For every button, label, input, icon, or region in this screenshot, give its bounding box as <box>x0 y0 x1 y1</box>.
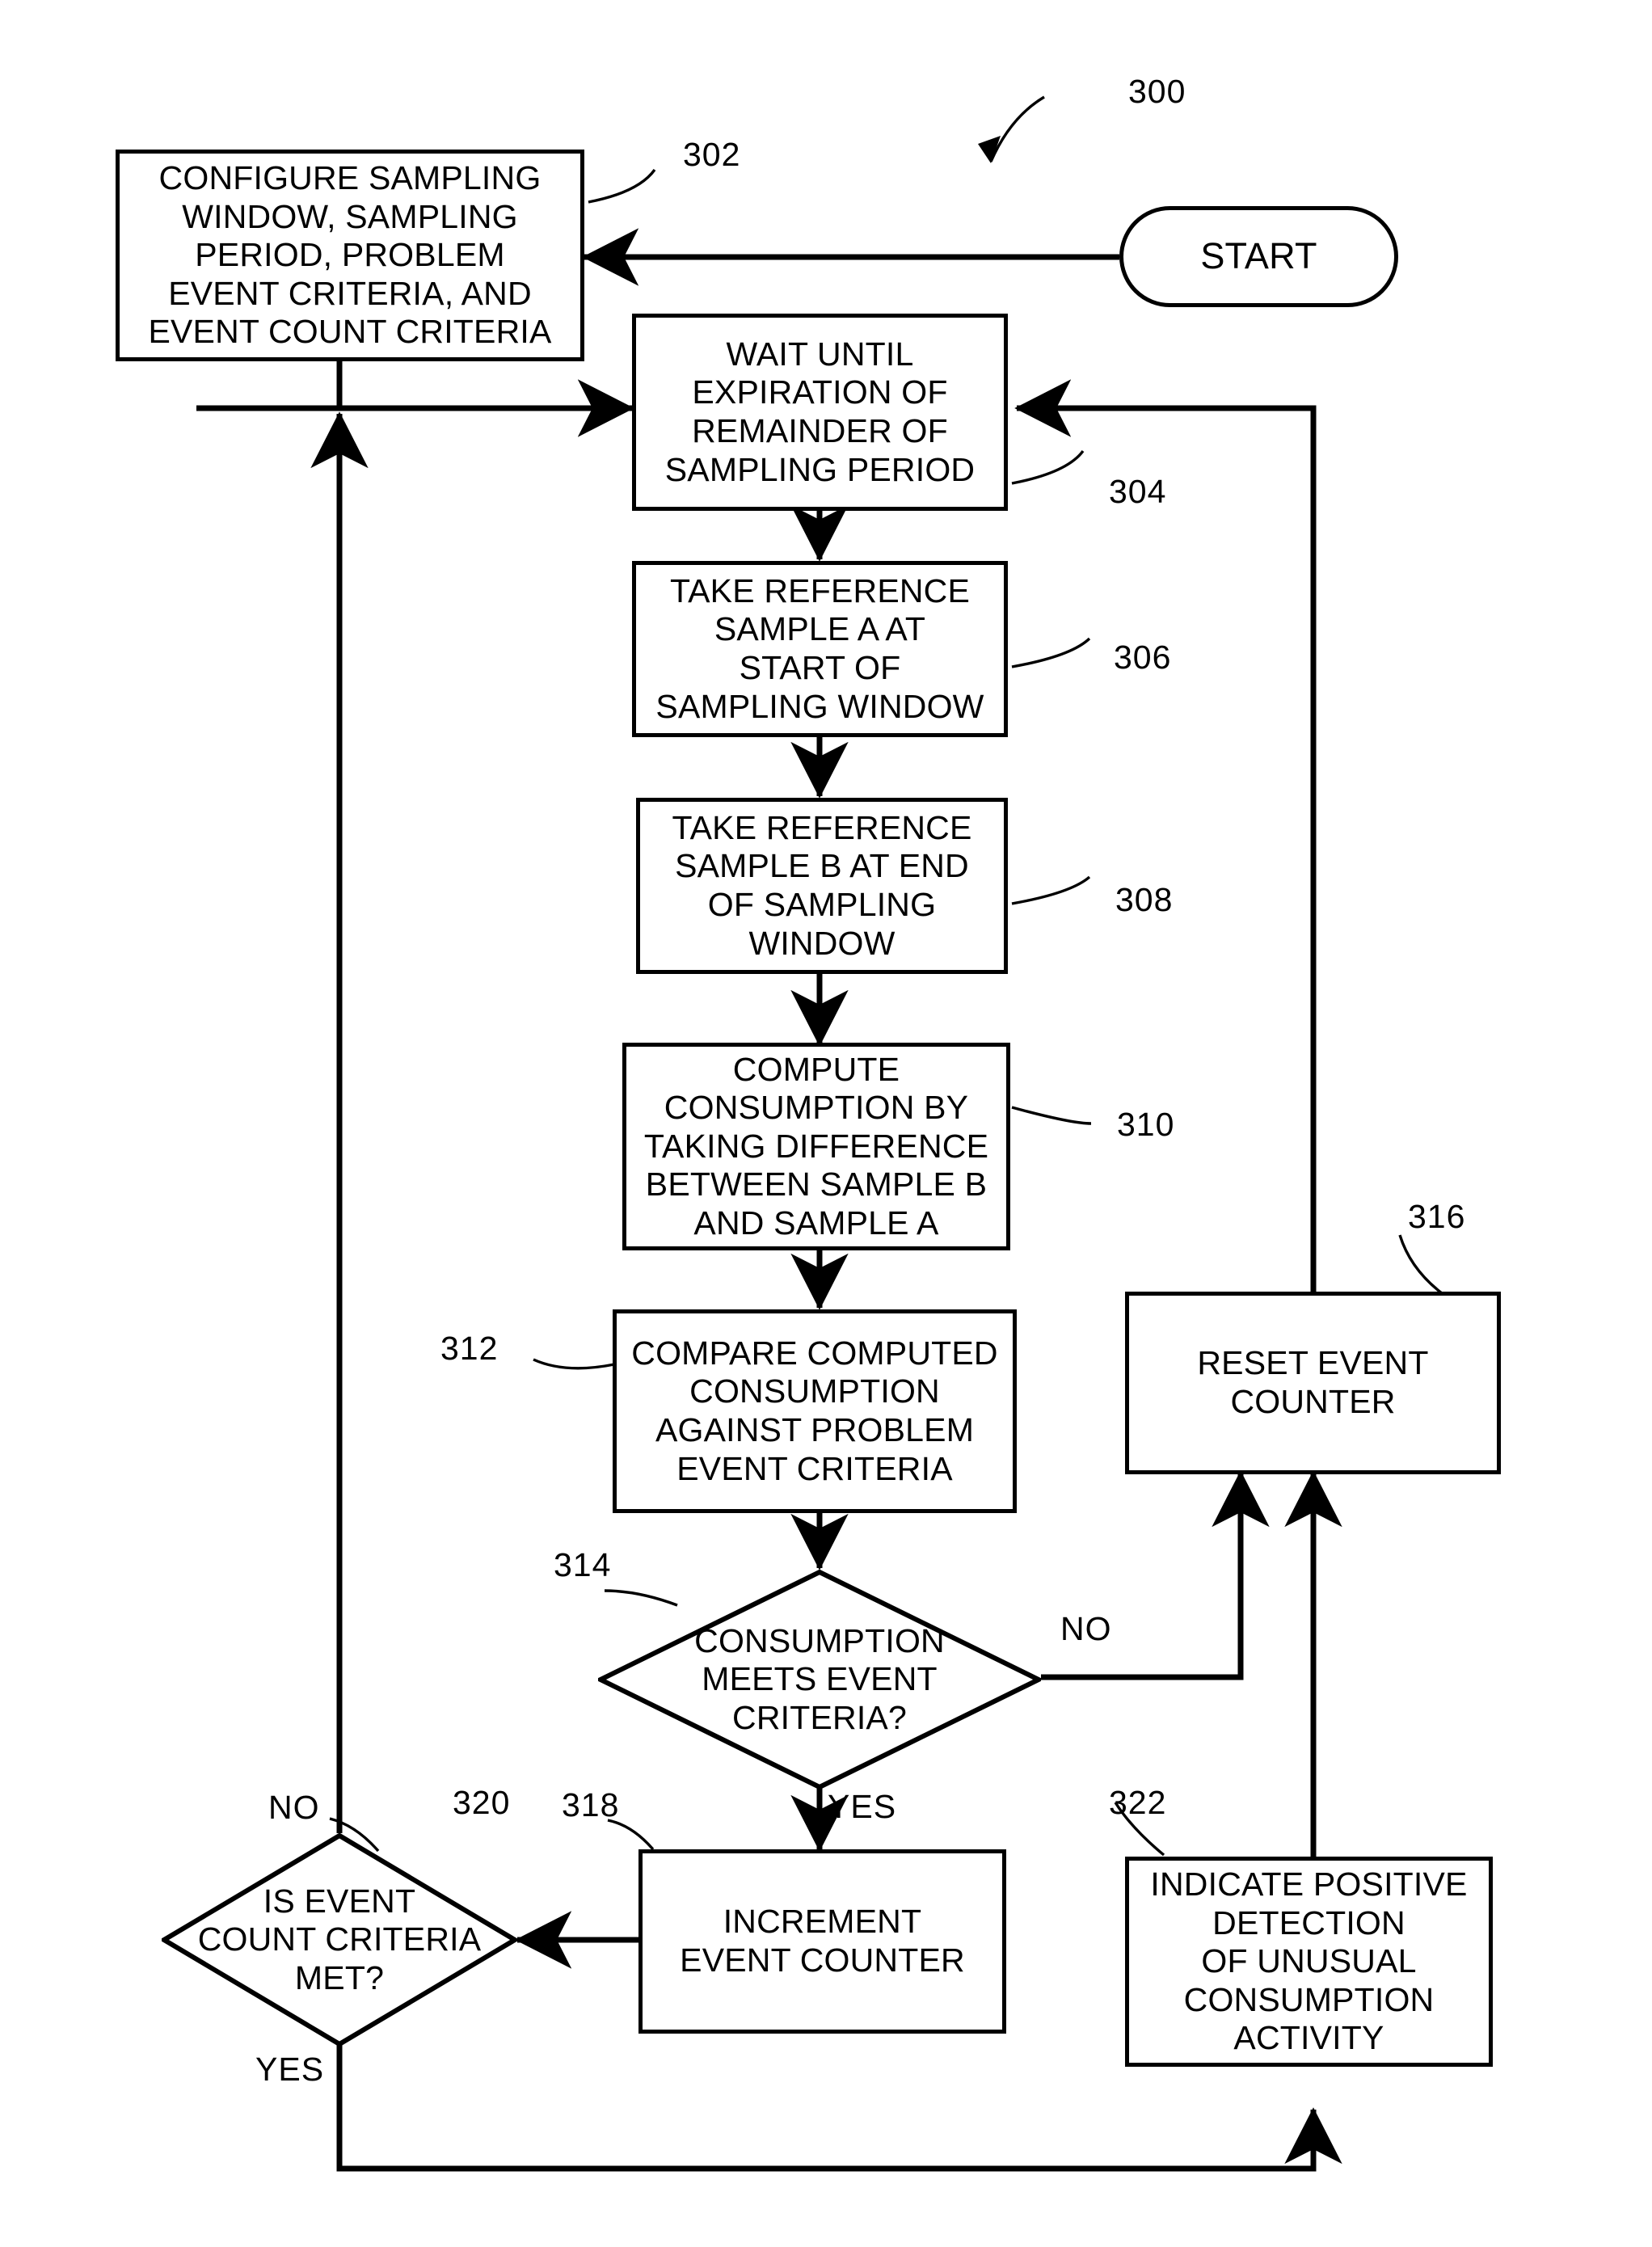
edge-label-314-no: NO <box>1060 1610 1112 1647</box>
ref-number-308: 308 <box>1115 881 1174 918</box>
ref-number-322: 322 <box>1109 1784 1167 1821</box>
leader-300 <box>989 95 1045 162</box>
node-indicate[interactable]: INDICATE POSITIVE DETECTION OF UNUSUAL C… <box>1125 1857 1493 2067</box>
node-sample-b[interactable]: TAKE REFERENCE SAMPLE B AT END OF SAMPLI… <box>636 798 1008 974</box>
node-start[interactable]: START <box>1119 206 1398 307</box>
ref-number-310: 310 <box>1117 1106 1175 1143</box>
edge-label-320-yes: YES <box>255 2051 325 2088</box>
leader-304 <box>1011 449 1085 485</box>
flowchart-canvas: START CONFIGURE SAMPLING WINDOW, SAMPLIN… <box>0 0 1652 2247</box>
edge-label-320-no: NO <box>268 1789 320 1826</box>
ref-number-300: 300 <box>1128 73 1186 110</box>
node-meets-criteria-label: CONSUMPTION MEETS EVENT CRITERIA? <box>694 1621 945 1736</box>
ref-number-316: 316 <box>1408 1198 1466 1235</box>
node-sample-b-label: TAKE REFERENCE SAMPLE B AT END OF SAMPLI… <box>672 808 972 962</box>
leader-302 <box>588 168 656 204</box>
node-configure[interactable]: CONFIGURE SAMPLING WINDOW, SAMPLING PERI… <box>116 150 584 361</box>
leader-310 <box>1011 1106 1092 1125</box>
node-compare[interactable]: COMPARE COMPUTED CONSUMPTION AGAINST PRO… <box>613 1309 1017 1513</box>
leader-300-arrowhead <box>978 136 1001 163</box>
node-compute[interactable]: COMPUTE CONSUMPTION BY TAKING DIFFERENCE… <box>622 1043 1010 1250</box>
leader-316 <box>1398 1234 1443 1295</box>
edge-reset-to-wait-return <box>1025 405 1317 1293</box>
node-sample-a-label: TAKE REFERENCE SAMPLE A AT START OF SAMP… <box>655 571 984 725</box>
node-meets-criteria[interactable]: CONSUMPTION MEETS EVENT CRITERIA? <box>598 1570 1041 1790</box>
node-sample-a[interactable]: TAKE REFERENCE SAMPLE A AT START OF SAMP… <box>632 561 1008 737</box>
node-increment-counter-label: INCREMENT EVENT COUNTER <box>680 1903 965 1979</box>
ref-number-318: 318 <box>562 1786 620 1823</box>
node-reset-counter[interactable]: RESET EVENT COUNTER <box>1125 1292 1501 1474</box>
node-compare-label: COMPARE COMPUTED CONSUMPTION AGAINST PRO… <box>631 1334 998 1487</box>
ref-number-302: 302 <box>683 136 741 173</box>
ref-number-312: 312 <box>440 1330 499 1367</box>
ref-number-314: 314 <box>554 1546 612 1583</box>
leader-318 <box>607 1819 655 1851</box>
node-count-met-label: IS EVENT COUNT CRITERIA MET? <box>197 1882 482 1996</box>
node-count-met[interactable]: IS EVENT COUNT CRITERIA MET? <box>162 1833 517 2047</box>
edge-label-314-yes: YES <box>828 1788 897 1825</box>
node-increment-counter[interactable]: INCREMENT EVENT COUNTER <box>638 1849 1006 2034</box>
node-wait-label: WAIT UNTIL EXPIRATION OF REMAINDER OF SA… <box>664 335 976 488</box>
node-reset-counter-label: RESET EVENT COUNTER <box>1197 1344 1429 1420</box>
leader-308 <box>1011 875 1091 905</box>
node-compute-label: COMPUTE CONSUMPTION BY TAKING DIFFERENCE… <box>643 1050 989 1242</box>
node-start-label: START <box>1200 235 1317 277</box>
leader-312 <box>533 1358 615 1370</box>
ref-number-304: 304 <box>1109 473 1167 510</box>
node-indicate-label: INDICATE POSITIVE DETECTION OF UNUSUAL C… <box>1150 1865 1468 2057</box>
node-wait[interactable]: WAIT UNTIL EXPIRATION OF REMAINDER OF SA… <box>632 314 1008 511</box>
node-configure-label: CONFIGURE SAMPLING WINDOW, SAMPLING PERI… <box>148 159 552 351</box>
leader-306 <box>1011 637 1091 668</box>
ref-number-306: 306 <box>1114 639 1172 676</box>
ref-number-320: 320 <box>453 1784 511 1821</box>
